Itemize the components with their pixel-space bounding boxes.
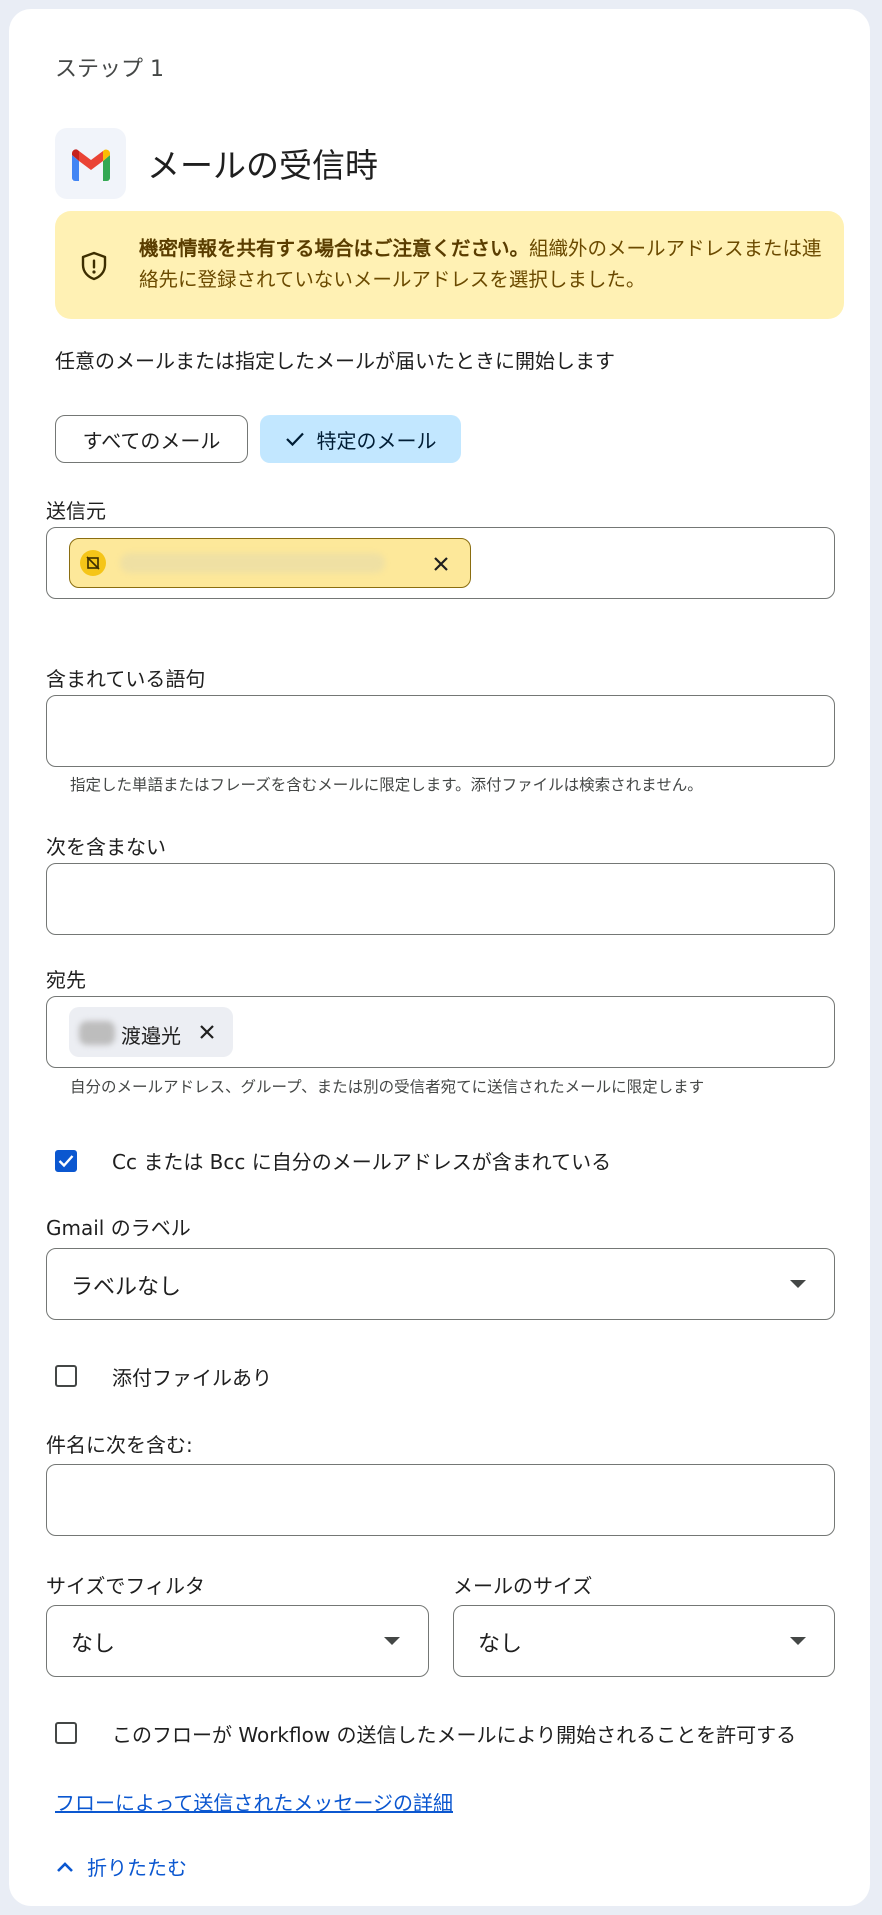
from-label: 送信元 (46, 499, 106, 523)
dropdown-arrow-icon (790, 1280, 806, 1288)
collapse-button[interactable]: 折りたたむ (55, 1852, 187, 1881)
to-label: 宛先 (46, 968, 86, 992)
size-filter-label: サイズでフィルタ (46, 1574, 205, 1598)
excludes-label: 次を含まない (46, 835, 166, 859)
all-mail-chip[interactable]: すべてのメール (55, 415, 248, 463)
chevron-up-icon (57, 1861, 73, 1872)
gmail-icon (71, 148, 110, 181)
mail-size-select[interactable]: なし (453, 1605, 835, 1677)
shield-alert-icon (81, 251, 107, 281)
mail-size-value: なし (478, 1632, 523, 1657)
warning-banner: 機密情報を共有する場合はご注意ください。組織外のメールアドレスまたは連絡先に登録… (55, 211, 844, 319)
recipient-chip[interactable]: 渡邉光 (69, 1007, 233, 1057)
checkmark-icon (58, 1155, 74, 1168)
dropdown-arrow-icon (384, 1637, 400, 1645)
size-filter-value: なし (71, 1632, 116, 1657)
remove-sender-close-icon[interactable] (433, 556, 449, 572)
trigger-title: メールの受信時 (147, 146, 378, 185)
collapse-label: 折りたたむ (87, 1856, 187, 1880)
recipient-name: 渡邉光 (121, 1024, 181, 1048)
mail-size-label: メールのサイズ (453, 1574, 593, 1598)
from-field[interactable] (46, 527, 835, 599)
size-filter-select[interactable]: なし (46, 1605, 429, 1677)
attachment-label: 添付ファイルあり (112, 1366, 272, 1390)
excludes-input[interactable] (46, 863, 835, 935)
specific-mail-chip-label: 特定のメール (316, 428, 437, 453)
gmail-label-value: ラベルなし (71, 1275, 182, 1300)
includes-label: 含まれている語句 (46, 667, 206, 691)
check-icon (285, 432, 304, 447)
all-mail-chip-label: すべてのメール (82, 428, 221, 453)
gmail-label-title: Gmail のラベル (46, 1216, 191, 1240)
sender-email-redacted (120, 553, 385, 573)
recipient-avatar (79, 1021, 115, 1045)
gmail-logo (55, 128, 126, 199)
warning-bold: 機密情報を共有する場合はご注意ください。 (139, 237, 530, 260)
flow-messages-details-link[interactable]: フローによって送信されたメッセージの詳細 (55, 1787, 453, 1816)
includes-input[interactable] (46, 695, 835, 767)
sender-chip[interactable] (69, 538, 471, 588)
specific-mail-chip[interactable]: 特定のメール (260, 415, 461, 463)
subject-input[interactable] (46, 1464, 835, 1536)
includes-helper: 指定した単語またはフレーズを含むメールに限定します。添付ファイルは検索されません… (70, 776, 703, 794)
external-domain-icon (80, 550, 106, 576)
allow-workflow-checkbox[interactable] (55, 1722, 77, 1744)
subject-label: 件名に次を含む: (46, 1433, 193, 1457)
step-card: ステップ 1 メールの受信時 機密情報を共有する場合はご注意ください。組織外のメ… (9, 9, 870, 1906)
allow-workflow-label: このフローが Workflow の送信したメールにより開始されることを許可する (112, 1723, 797, 1747)
cc-bcc-checkbox[interactable] (55, 1150, 77, 1172)
cc-bcc-label: Cc または Bcc に自分のメールアドレスが含まれている (112, 1150, 612, 1174)
remove-recipient-close-icon[interactable] (199, 1024, 215, 1040)
to-helper: 自分のメールアドレス、グループ、または別の受信者宛てに送信されたメールに限定しま… (70, 1078, 705, 1096)
warning-text: 機密情報を共有する場合はご注意ください。組織外のメールアドレスまたは連絡先に登録… (139, 233, 829, 295)
dropdown-arrow-icon (790, 1637, 806, 1645)
to-field[interactable]: 渡邉光 (46, 996, 835, 1068)
trigger-description: 任意のメールまたは指定したメールが届いたときに開始します (55, 349, 615, 373)
attachment-checkbox[interactable] (55, 1365, 77, 1387)
gmail-label-select[interactable]: ラベルなし (46, 1248, 835, 1320)
step-label: ステップ 1 (55, 57, 164, 82)
